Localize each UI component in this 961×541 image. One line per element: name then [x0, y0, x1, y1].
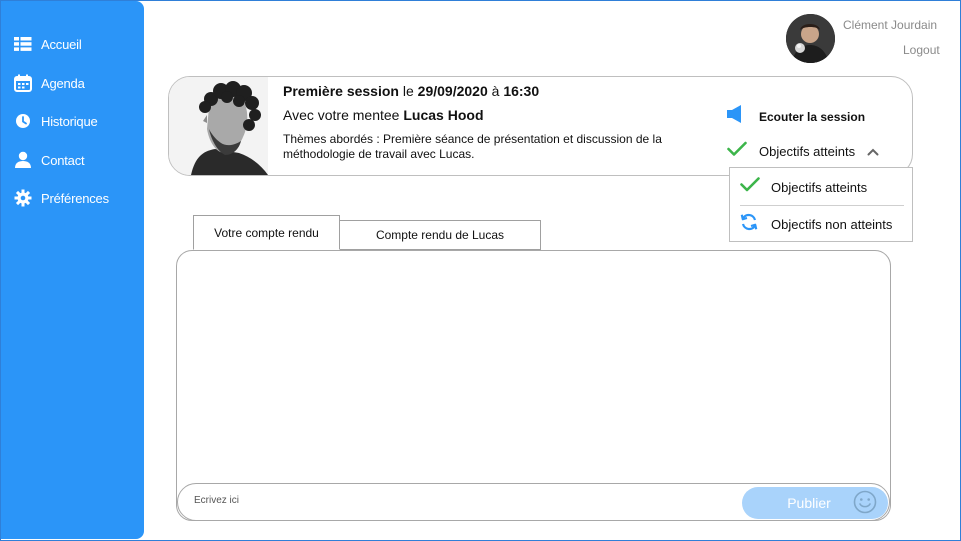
listen-session-label: Ecouter la session	[759, 109, 866, 124]
person-icon	[13, 150, 33, 170]
sidebar-item-preferences[interactable]: Préférences	[13, 186, 109, 210]
speaker-icon	[727, 105, 743, 128]
mentee-name: Lucas Hood	[403, 107, 484, 123]
refresh-icon	[740, 213, 758, 236]
listen-session-button[interactable]: Ecouter la session	[727, 105, 865, 128]
publish-label: Publier	[787, 495, 831, 511]
session-heading: Première session le 29/09/2020 à 16:30	[283, 83, 539, 99]
session-date: 29/09/2020	[417, 83, 488, 99]
objectives-select[interactable]: Objectifs atteints	[727, 141, 879, 162]
sidebar-item-label: Accueil	[41, 36, 82, 52]
sidebar-item-label: Contact	[41, 152, 85, 168]
sidebar-item-historique[interactable]: Historique	[13, 109, 98, 133]
clock-icon	[13, 111, 33, 131]
report-editor[interactable]	[176, 250, 891, 521]
session-a: à	[487, 83, 504, 99]
mentee-prefix: Avec votre mentee	[283, 107, 404, 123]
avatar[interactable]	[786, 14, 835, 63]
check-icon	[740, 176, 760, 198]
tab-votre-compte-rendu[interactable]: Votre compte rendu	[193, 215, 340, 250]
gear-icon	[13, 188, 33, 208]
calendar-icon	[13, 73, 33, 93]
dropdown-option-label: Objectifs non atteints	[771, 216, 893, 232]
dropdown-option-label: Objectifs atteints	[771, 179, 868, 195]
sidebar-item-label: Préférences	[41, 190, 109, 206]
session-time: 16:30	[503, 83, 540, 99]
sidebar-item-label: Agenda	[41, 75, 85, 91]
emoji-icon[interactable]	[853, 490, 877, 519]
sidebar: Accueil Agenda Historique Contact Préfér…	[1, 1, 144, 539]
dashboard-icon	[13, 34, 33, 54]
session-themes: Thèmes abordés : Première séance de prés…	[283, 132, 662, 161]
objectives-selected-label: Objectifs atteints	[759, 144, 856, 159]
user-name: Clément Jourdain	[843, 18, 938, 32]
session-le: le	[398, 83, 418, 99]
dropdown-option-non-atteints[interactable]: Objectifs non atteints	[730, 206, 912, 242]
session-title: Première session	[283, 83, 399, 99]
tab-compte-rendu-lucas[interactable]: Compte rendu de Lucas	[339, 220, 541, 250]
message-input[interactable]	[194, 495, 714, 506]
chevron-up-icon	[867, 143, 879, 161]
check-icon	[727, 141, 747, 162]
mentee-photo	[169, 77, 268, 175]
sidebar-item-accueil[interactable]: Accueil	[13, 32, 82, 56]
objectives-dropdown: Objectifs atteints Objectifs non atteint…	[729, 167, 913, 242]
composer-bar: Publier	[177, 483, 890, 521]
sidebar-item-contact[interactable]: Contact	[13, 148, 85, 172]
dropdown-option-atteints[interactable]: Objectifs atteints	[730, 169, 912, 205]
logout-link[interactable]: Logout	[903, 43, 940, 57]
mentee-line: Avec votre mentee Lucas Hood	[283, 107, 484, 123]
sidebar-item-label: Historique	[41, 113, 98, 129]
session-card: Première session le 29/09/2020 à 16:30 A…	[168, 76, 913, 176]
sidebar-item-agenda[interactable]: Agenda	[13, 71, 85, 95]
